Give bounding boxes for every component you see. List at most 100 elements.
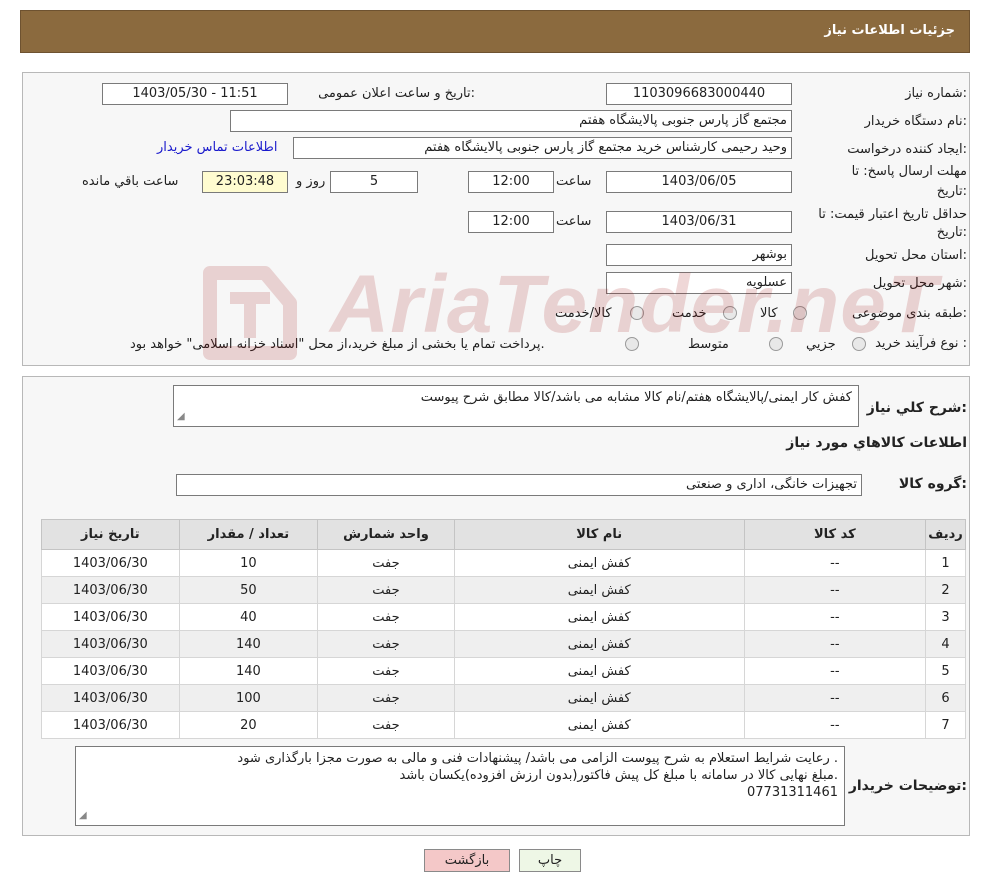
cell-unit: جفت [317, 603, 455, 631]
col-header-row-number: ردیف [924, 519, 967, 550]
remaining-time-label: ساعت باقي مانده [82, 174, 179, 189]
back-button[interactable]: بازگشت [424, 849, 510, 872]
cell-row-number: 2 [924, 576, 967, 604]
table-row: 5 -- کفش ایمنی جفت 140 1403/06/30 [41, 657, 967, 685]
buyer-org-label: نام دستگاه خریدار: [864, 114, 967, 129]
cell-row-number: 7 [924, 711, 967, 739]
cell-row-number: 6 [924, 684, 967, 712]
validity-label-date: تاریخ: [936, 225, 967, 240]
resize-grip-icon[interactable]: ◢ [177, 408, 185, 425]
summary-label: شرح کلي نیاز: [866, 400, 967, 416]
need-number-field[interactable]: 1103096683000440 [606, 83, 792, 105]
cell-code: -- [743, 684, 926, 712]
category-radio-goods-service[interactable] [630, 306, 644, 320]
cell-row-number: 4 [924, 630, 967, 658]
cell-name: کفش ایمنی [453, 549, 745, 577]
remaining-time-field[interactable]: 23:03:48 [202, 171, 288, 193]
summary-text: کفش کار ایمنی/پالایشگاه هفتم/نام کالا مش… [420, 390, 852, 405]
validity-time-field[interactable]: 12:00 [468, 211, 554, 233]
deadline-time-field[interactable]: 12:00 [468, 171, 554, 193]
items-section-title: اطلاعات کالاهاي مورد نیاز [786, 435, 967, 451]
buyer-contact-link[interactable]: اطلاعات تماس خریدار [157, 140, 277, 155]
cell-date: 1403/06/30 [41, 576, 180, 604]
col-header-quantity: تعداد / مقدار [178, 519, 319, 550]
cell-code: -- [743, 576, 926, 604]
cell-row-number: 3 [924, 603, 967, 631]
table-row: 6 -- کفش ایمنی جفت 100 1403/06/30 [41, 684, 967, 712]
cell-date: 1403/06/30 [41, 630, 180, 658]
category-label: طبقه بندی موضوعی: [851, 306, 967, 321]
table-row: 3 -- کفش ایمنی جفت 40 1403/06/30 [41, 603, 967, 631]
resize-grip-icon[interactable]: ◢ [79, 807, 87, 824]
col-header-code: کد کالا [743, 519, 926, 550]
col-header-date: تاریخ نیاز [41, 519, 180, 550]
creator-field[interactable]: وحید رحیمی کارشناس خرید مجتمع گاز پارس ج… [293, 137, 792, 159]
summary-textarea[interactable]: کفش کار ایمنی/پالایشگاه هفتم/نام کالا مش… [173, 385, 859, 427]
table-header-row: ردیف کد کالا نام کالا واحد شمارش تعداد /… [41, 519, 967, 550]
cell-name: کفش ایمنی [453, 711, 745, 739]
cell-date: 1403/06/30 [41, 549, 180, 577]
cell-quantity: 50 [178, 576, 319, 604]
province-field[interactable]: بوشهر [606, 244, 792, 266]
cell-row-number: 1 [924, 549, 967, 577]
process-radio-minor[interactable] [852, 337, 866, 351]
buyer-notes-line-3: 07731311461 [747, 785, 838, 800]
cell-date: 1403/06/30 [41, 684, 180, 712]
cell-unit: جفت [317, 630, 455, 658]
province-label: استان محل تحویل: [865, 248, 967, 263]
city-field[interactable]: عسلویه [606, 272, 792, 294]
category-radio-service[interactable] [723, 306, 737, 320]
process-option-minor: جزیي [806, 337, 836, 352]
cell-date: 1403/06/30 [41, 603, 180, 631]
col-header-unit: واحد شمارش [317, 519, 455, 550]
cell-quantity: 140 [178, 657, 319, 685]
cell-quantity: 140 [178, 630, 319, 658]
validity-label: حداقل تاریخ اعتبار قیمت: تا [818, 207, 967, 222]
cell-unit: جفت [317, 684, 455, 712]
buyer-notes-label: توضیحات خریدار: [848, 778, 967, 794]
treasury-note: پرداخت تمام یا بخشی از مبلغ خرید،از محل … [130, 337, 545, 352]
city-label: شهر محل تحویل: [872, 276, 967, 291]
print-button[interactable]: چاپ [519, 849, 581, 872]
table-row: 1 -- کفش ایمنی جفت 10 1403/06/30 [41, 549, 967, 577]
goods-group-field[interactable]: تجهیزات خانگی، اداری و صنعتی [176, 474, 862, 496]
cell-unit: جفت [317, 576, 455, 604]
process-radio-medium[interactable] [769, 337, 783, 351]
cell-unit: جفت [317, 549, 455, 577]
cell-code: -- [743, 711, 926, 739]
process-option-medium: متوسط [688, 337, 729, 352]
cell-name: کفش ایمنی [453, 684, 745, 712]
cell-name: کفش ایمنی [453, 576, 745, 604]
table-row: 7 -- کفش ایمنی جفت 20 1403/06/30 [41, 711, 967, 739]
buyer-notes-textarea[interactable]: رعایت شرایط استعلام به شرح پیوست الزامی … [75, 746, 845, 826]
buyer-org-field[interactable]: مجتمع گاز پارس جنوبی پالایشگاه هفتم [230, 110, 792, 132]
items-table: ردیف کد کالا نام کالا واحد شمارش تعداد /… [41, 519, 967, 739]
col-header-name: نام کالا [453, 519, 745, 550]
days-label: روز و [296, 174, 326, 189]
treasury-checkbox[interactable] [625, 337, 639, 351]
cell-code: -- [743, 657, 926, 685]
announce-datetime-field[interactable]: 1403/05/30 - 11:51 [102, 83, 288, 105]
table-row: 2 -- کفش ایمنی جفت 50 1403/06/30 [41, 576, 967, 604]
validity-date-field[interactable]: 1403/06/31 [606, 211, 792, 233]
category-option-goods: کالا [760, 306, 778, 321]
cell-row-number: 5 [924, 657, 967, 685]
category-option-service: خدمت [672, 306, 707, 321]
category-radio-goods[interactable] [793, 306, 807, 320]
deadline-time-label: ساعت [556, 174, 592, 189]
need-number-label: شماره نیاز: [905, 86, 967, 101]
cell-name: کفش ایمنی [453, 603, 745, 631]
cell-quantity: 100 [178, 684, 319, 712]
announce-label: تاریخ و ساعت اعلان عمومی: [318, 86, 475, 101]
cell-quantity: 40 [178, 603, 319, 631]
cell-date: 1403/06/30 [41, 657, 180, 685]
cell-name: کفش ایمنی [453, 630, 745, 658]
cell-unit: جفت [317, 711, 455, 739]
deadline-date-field[interactable]: 1403/06/05 [606, 171, 792, 193]
buyer-notes-line-2: مبلغ نهایی کالا در سامانه با مبلغ کل پیش… [399, 768, 839, 783]
cell-code: -- [743, 630, 926, 658]
days-remaining-field[interactable]: 5 [330, 171, 418, 193]
buyer-notes-line-1: رعایت شرایط استعلام به شرح پیوست الزامی … [237, 751, 838, 766]
cell-name: کفش ایمنی [453, 657, 745, 685]
cell-code: -- [743, 549, 926, 577]
